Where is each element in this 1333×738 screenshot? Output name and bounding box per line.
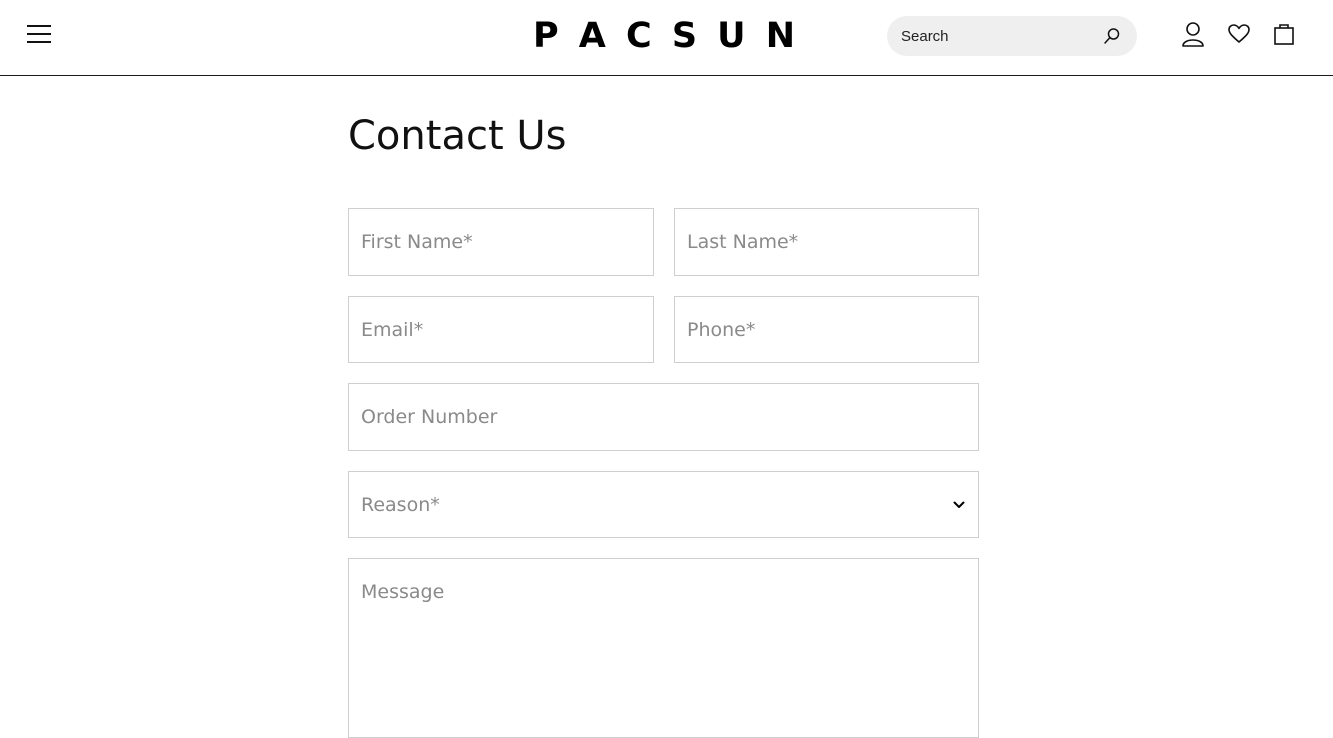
logo-letter: S xyxy=(671,16,698,56)
logo-letter: N xyxy=(765,16,795,56)
wishlist-button[interactable] xyxy=(1225,22,1253,50)
logo-letter: U xyxy=(717,16,746,56)
cart-button[interactable] xyxy=(1270,22,1298,50)
search-bar xyxy=(887,16,1137,56)
email-field[interactable] xyxy=(348,296,654,363)
logo-letter: C xyxy=(626,16,652,56)
last-name-field[interactable] xyxy=(674,208,979,276)
message-field[interactable] xyxy=(348,558,979,738)
pacsun-logo[interactable]: P A C S U N xyxy=(533,16,795,56)
menu-button[interactable] xyxy=(22,21,56,51)
order-number-field[interactable] xyxy=(348,383,979,451)
page-title: Contact Us xyxy=(348,113,567,159)
first-name-field[interactable] xyxy=(348,208,654,276)
reason-select-label: Reason* xyxy=(361,493,440,516)
logo-letter: A xyxy=(578,16,606,56)
heart-icon xyxy=(1228,23,1250,49)
site-header: P A C S U N xyxy=(0,0,1333,76)
search-input[interactable] xyxy=(901,27,1101,45)
logo-letter: P xyxy=(533,16,559,56)
user-icon xyxy=(1181,21,1205,52)
account-button[interactable] xyxy=(1179,21,1207,52)
search-icon[interactable] xyxy=(1101,25,1123,47)
menu-icon xyxy=(26,23,52,50)
phone-field[interactable] xyxy=(674,296,979,363)
chevron-down-icon xyxy=(952,498,966,512)
reason-select[interactable]: Reason* xyxy=(348,471,979,538)
shopping-bag-icon xyxy=(1273,23,1295,50)
